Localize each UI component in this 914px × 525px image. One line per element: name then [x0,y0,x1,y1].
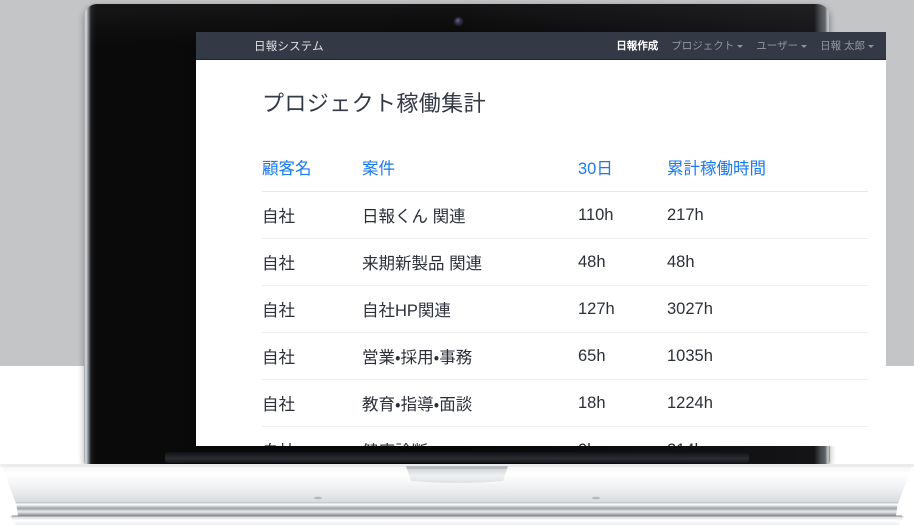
nav-item-2[interactable]: ユーザー [756,38,808,53]
cell-days30: 18h [578,379,667,427]
cell-customer: 自社 [262,191,362,239]
chevron-down-icon [868,44,874,48]
navbar-menu: 日報作成 プロジェクト ユーザー 日報 太郎 [616,38,874,53]
table-row[interactable]: 自社 日報くん 関連 110h 217h [262,191,868,239]
page-content: プロジェクト稼働集計 顧客名 案件 30日 累計稼働時間 自社 日報くん 関連 110h 2… [196,86,886,446]
laptop-base [0,452,914,525]
table-head: 顧客名 案件 30日 累計稼働時間 [262,144,868,192]
cell-customer: 自社 [262,332,362,380]
page-title: プロジェクト稼働集計 [262,91,487,116]
cell-project: 健康診断 [362,426,578,446]
table-row[interactable]: 自社健康診断0h214h [262,426,868,446]
cell-project: 来期新製品 関連 [362,238,578,286]
laptop-screen: 日報システム 日報作成 プロジェクト ユーザー 日報 太郎 プロジェクト稼働集計 顧客… [196,32,886,446]
app-navbar: 日報システム 日報作成 プロジェクト ユーザー 日報 太郎 [196,32,886,60]
cell-project: 営業・採用・事務 [362,332,578,380]
table-column-header-3[interactable]: 累計稼働時間 [667,144,868,192]
table-row[interactable]: 自社 営業・採用・事務 65h 1035h [262,332,868,380]
cell-total: 1224h [667,379,868,427]
cell-customer: 自社 [262,285,362,333]
table-row[interactable]: 自社 自社HP関連 127h 3027h [262,285,868,333]
cell-project: 自社HP関連 [362,285,578,333]
cell-project: 教育・指導・面談 [362,379,578,427]
table-header-row: 顧客名 案件 30日 累計稼働時間 [262,144,868,192]
table-body: 自社 日報くん 関連 110h 217h 自社 来期新製品 関連 48h 48h 自社 自社HP関… [262,191,868,446]
nav-item-label: プロジェクト [671,40,735,52]
nav-item-0[interactable]: 日報作成 [616,38,658,53]
cell-customer: 自社 [262,426,362,446]
cell-days30: 127h [578,285,667,333]
table-column-header-0[interactable]: 顧客名 [262,144,362,192]
app-brand[interactable]: 日報システム [196,38,324,54]
table-column-header-1[interactable]: 案件 [362,144,578,192]
webcam-icon [455,18,462,25]
cell-total: 214h [667,426,868,446]
cell-total: 217h [667,191,868,239]
nav-item-3[interactable]: 日報 太郎 [820,38,874,53]
cell-total: 48h [667,238,868,286]
cell-days30: 48h [578,238,667,286]
cell-days30: 110h [578,191,667,239]
screenshot-stage: 日報システム 日報作成 プロジェクト ユーザー 日報 太郎 プロジェクト稼働集計 顧客… [0,0,914,525]
cell-customer: 自社 [262,379,362,427]
nav-item-label: ユーザー [756,40,799,52]
nav-item-1[interactable]: プロジェクト [671,38,744,53]
cell-total: 3027h [667,285,868,333]
table-row[interactable]: 自社 教育・指導・面談 18h 1224h [262,379,868,427]
chevron-down-icon [801,44,808,48]
cell-days30: 0h [578,426,667,446]
table-column-header-2[interactable]: 30日 [578,144,667,192]
nav-item-label: 日報 太郎 [820,40,865,52]
chevron-down-icon [737,44,744,48]
nav-item-label: 日報作成 [616,40,659,52]
cell-total: 1035h [667,332,868,380]
project-summary-table: 顧客名 案件 30日 累計稼働時間 自社 日報くん 関連 110h 217h 自社 来期新製品 … [262,144,868,446]
laptop-lid: 日報システム 日報作成 プロジェクト ユーザー 日報 太郎 プロジェクト稼働集計 顧客… [84,4,886,466]
cell-project: 日報くん 関連 [362,191,578,239]
cell-customer: 自社 [262,238,362,286]
cell-days30: 65h [578,332,667,380]
table-row[interactable]: 自社 来期新製品 関連 48h 48h [262,238,868,286]
